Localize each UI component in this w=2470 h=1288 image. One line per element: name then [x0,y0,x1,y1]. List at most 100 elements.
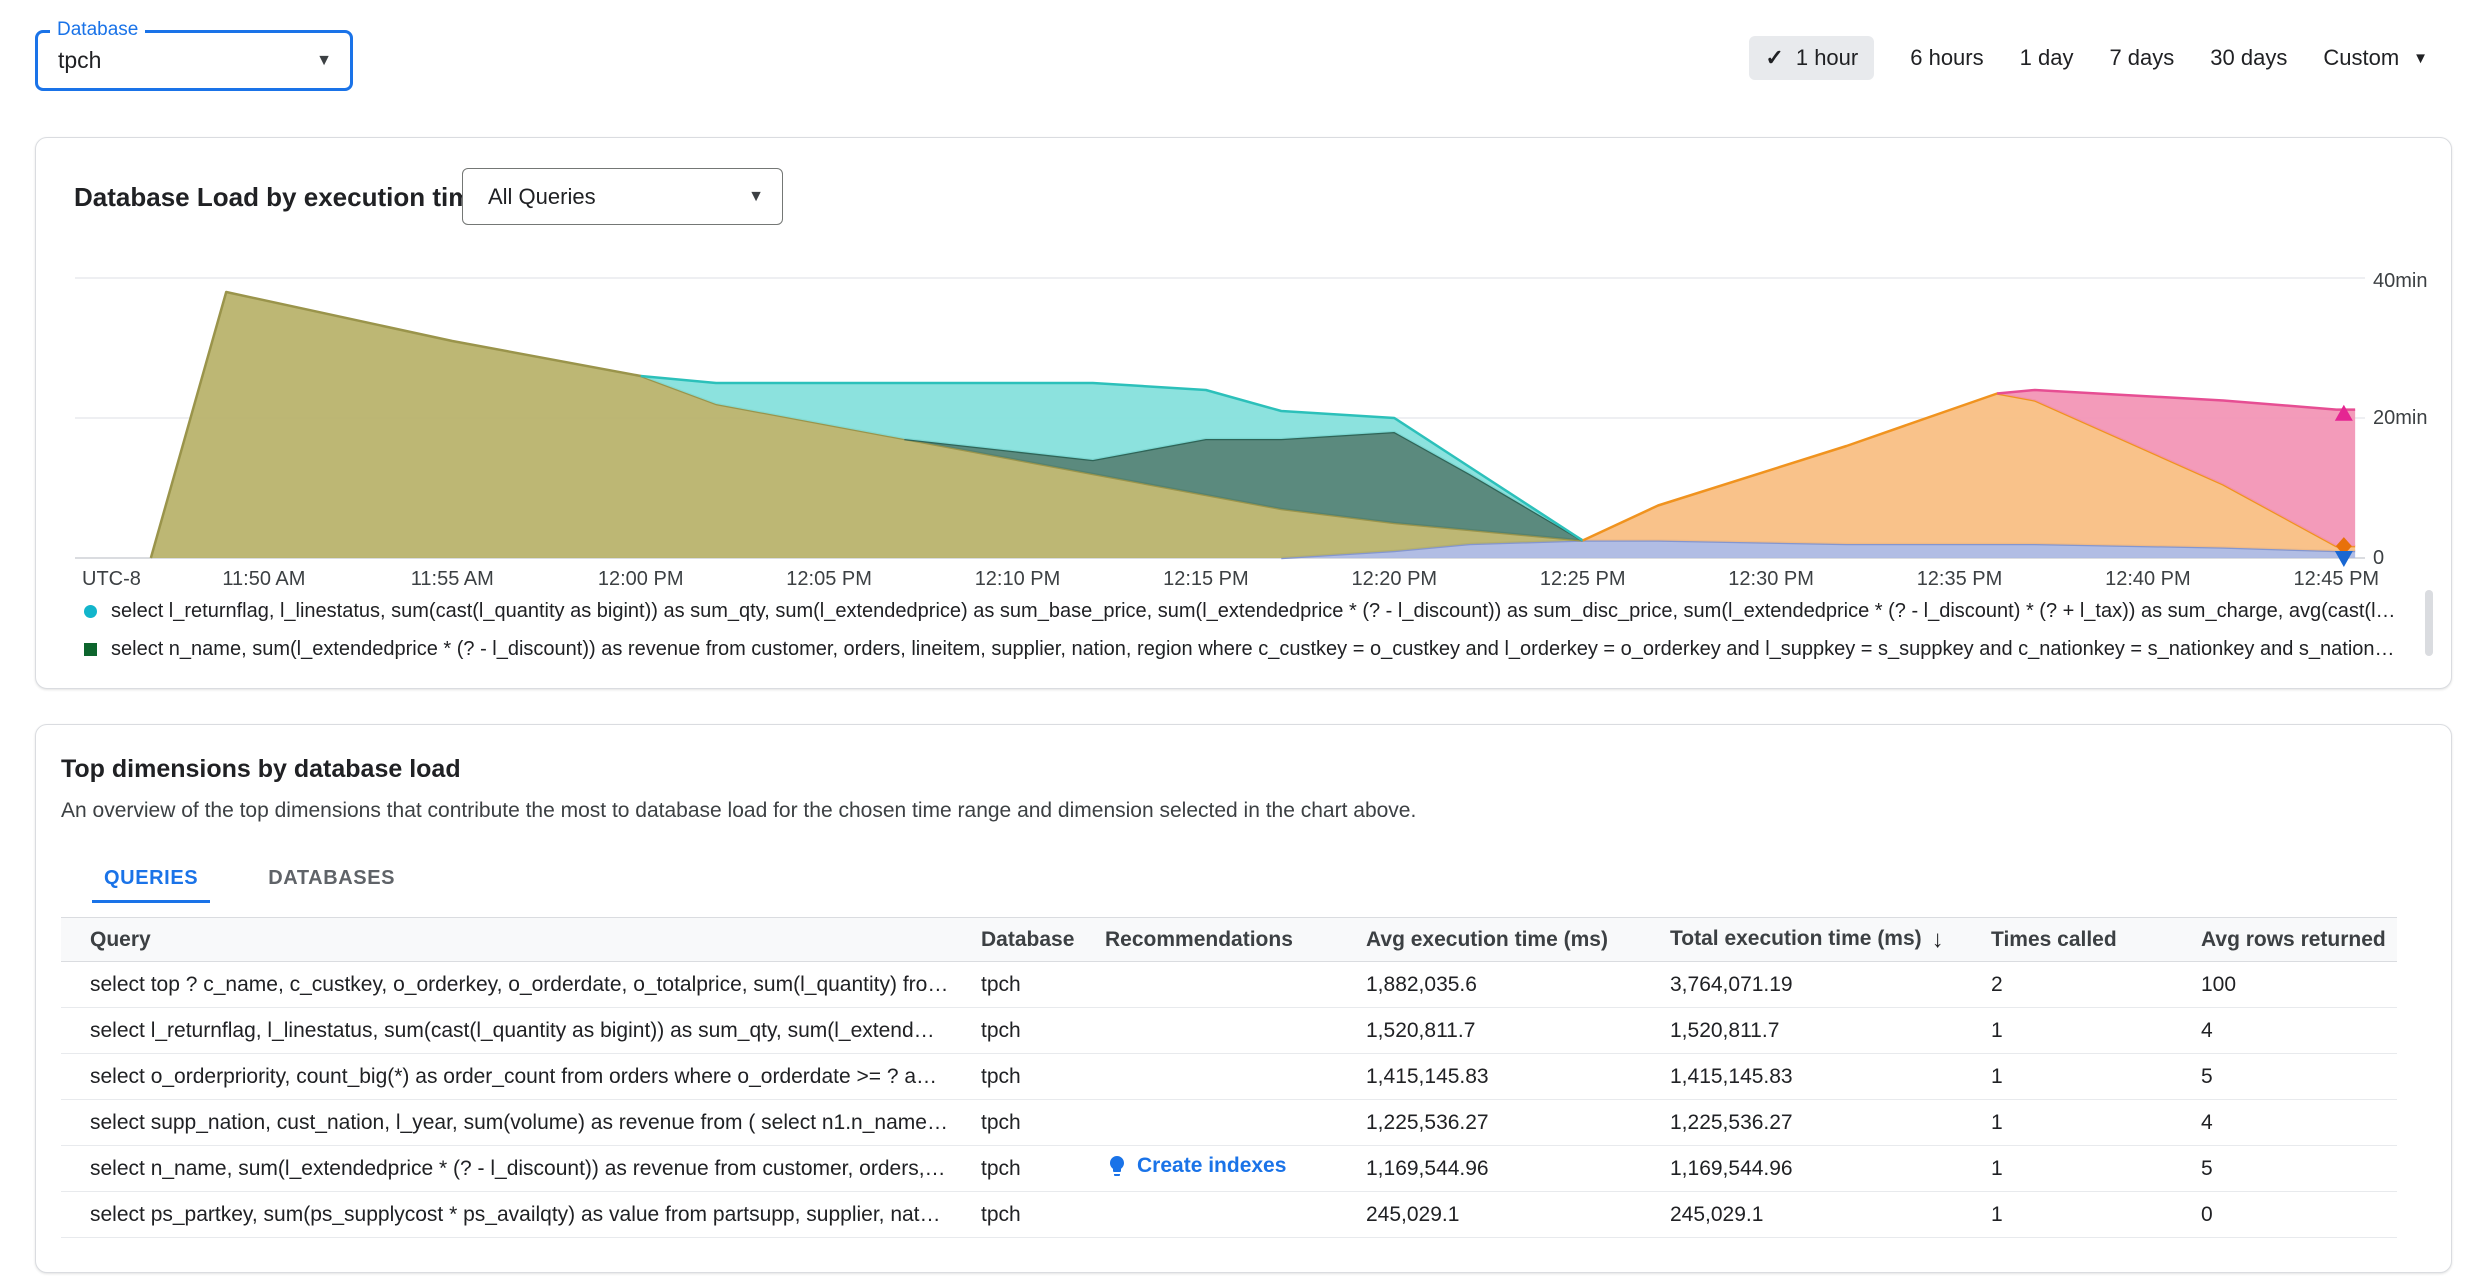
cell-times-called: 1 [1991,1099,2201,1146]
column-header-total-execution-time-ms[interactable]: Total execution time (ms) ↓ [1670,917,1991,962]
column-label: Avg rows returned [2201,927,2386,951]
legend-query-text: select l_returnflag, l_linestatus, sum(c… [111,599,2404,622]
x-axis-tick-label: 12:00 PM [597,568,684,590]
table-row[interactable]: select o_orderpriority, count_big(*) as … [61,1053,2397,1100]
cell-times-called: 1 [1991,1007,2201,1054]
x-axis-tick-label: 12:20 PM [1351,568,1438,590]
x-axis-tick-label: 12:40 PM [2105,568,2191,590]
cell-recommendations [1105,1099,1366,1146]
cell-database: tpch [981,1053,1105,1100]
time-range-30-days[interactable]: 30 days [2210,45,2287,71]
chart-legend: select l_returnflag, l_linestatus, sum(c… [84,596,2404,672]
cell-avg-execution-time: 1,225,536.27 [1366,1099,1670,1146]
load-card-title: Database Load by execution time [74,182,486,212]
query-text: select o_orderpriority, count_big(*) as … [90,1064,938,1088]
cell-avg-execution-time: 1,415,145.83 [1366,1053,1670,1100]
y-axis-label-0: 0 [2373,547,2385,569]
time-range-7-days[interactable]: 7 days [2109,45,2174,71]
legend-query-text: select n_name, sum(l_extendedprice * (? … [111,637,2404,660]
column-label: Times called [1991,927,2117,951]
legend-circle-marker [84,604,97,618]
column-header-query[interactable]: Query [61,917,981,962]
x-axis-tick-label: 12:25 PM [1539,568,1626,590]
database-selector-value: tpch [58,47,102,73]
cell-recommendations [1105,1007,1366,1054]
top-dimensions-table: Query Database Recommendations Avg executio… [61,917,2397,1238]
cell-database: tpch [981,1191,1105,1238]
cell-database: tpch [981,961,1105,1008]
x-axis-tick-label: 12:45 PM [2293,568,2380,590]
x-axis-tick-label: 12:30 PM [1728,568,1814,590]
table-row[interactable]: select top ? c_name, c_custkey, o_orderk… [61,961,2397,1008]
time-range-6-hours[interactable]: 6 hours [1910,45,1983,71]
caret-down-icon: ▼ [316,51,332,69]
cell-query: select ps_partkey, sum(ps_supplycost * p… [61,1191,981,1238]
cell-times-called: 2 [1991,961,2201,1008]
cell-total-execution-time: 245,029.1 [1670,1191,1991,1238]
query-filter-value: All Queries [488,183,596,209]
cell-avg-rows-returned: 0 [2201,1191,2397,1238]
time-range-1-hour[interactable]: ✓ 1 hour [1749,36,1875,80]
table-row[interactable]: select n_name, sum(l_extendedprice * (? … [61,1145,2397,1192]
lightbulb-icon [1110,1155,1124,1176]
legend-scrollbar[interactable] [2425,590,2433,656]
x-axis-tick-label: 11:55 AM [410,568,494,590]
caret-down-icon: ▼ [2413,49,2428,67]
y-axis-label-20min: 20min [2373,407,2428,429]
cell-total-execution-time: 3,764,071.19 [1670,961,1991,1008]
column-header-avg-execution-time-ms[interactable]: Avg execution time (ms) [1366,917,1670,962]
legend-item[interactable]: select n_name, sum(l_extendedprice * (? … [84,634,2404,664]
cell-database: tpch [981,1007,1105,1054]
legend-item[interactable]: select l_returnflag, l_linestatus, sum(c… [84,596,2404,626]
cell-query: select l_returnflag, l_linestatus, sum(c… [61,1007,981,1054]
cell-query: select o_orderpriority, count_big(*) as … [61,1053,981,1100]
cell-avg-rows-returned: 5 [2201,1053,2397,1100]
top-dimensions-card: Top dimensions by database load An overv… [35,724,2452,1273]
table-row[interactable]: select l_returnflag, l_linestatus, sum(c… [61,1007,2397,1054]
cell-avg-execution-time: 1,882,035.6 [1366,961,1670,1008]
x-axis: UTC-8 11:50 AM 11:55 AM 12:00 PM 12:05 PM 12:… [36,568,2451,594]
top-dimensions-subtitle: An overview of the top dimensions that c… [61,799,1417,822]
table-row[interactable]: select ps_partkey, sum(ps_supplycost * p… [61,1191,2397,1238]
cell-avg-execution-time: 1,520,811.7 [1366,1007,1670,1054]
cell-avg-rows-returned: 4 [2201,1099,2397,1146]
x-axis-tick-label: 12:05 PM [786,568,872,590]
column-label: Recommendations [1105,927,1293,951]
cell-recommendations [1105,961,1366,1008]
load-chart [75,277,2365,567]
column-header-database[interactable]: Database [981,917,1105,962]
cell-query: select supp_nation, cust_nation, l_year,… [61,1099,981,1146]
cell-query: select n_name, sum(l_extendedprice * (? … [61,1145,981,1192]
table-row[interactable]: select supp_nation, cust_nation, l_year,… [61,1099,2397,1146]
cell-database: tpch [981,1145,1105,1192]
caret-down-icon: ▼ [748,187,764,205]
create-indexes-link[interactable]: Create indexes [1105,1154,1286,1178]
sort-descending-icon[interactable]: ↓ [1932,926,1944,953]
query-text: select n_name, sum(l_extendedprice * (? … [90,1156,946,1180]
database-selector[interactable]: Database tpch ▼ [35,19,353,91]
tab-bar: QUERIES DATABASES [92,853,407,903]
column-label: Database [981,927,1075,951]
tab-queries[interactable]: QUERIES [92,853,211,903]
tab-databases[interactable]: DATABASES [256,853,407,903]
time-range-custom[interactable]: Custom ▼ [2323,45,2428,71]
column-label: Query [90,927,151,951]
create-indexes-label: Create indexes [1137,1153,1287,1177]
x-axis-tick-label: 12:35 PM [1916,568,2003,590]
cell-recommendations [1105,1191,1366,1238]
column-header-recommendations[interactable]: Recommendations [1105,917,1366,962]
query-filter-select[interactable]: All Queries ▼ [462,168,783,225]
column-header-times-called[interactable]: Times called [1991,917,2201,962]
cell-total-execution-time: 1,225,536.27 [1670,1099,1991,1146]
cell-total-execution-time: 1,415,145.83 [1670,1053,1991,1100]
top-dimensions-title: Top dimensions by database load [61,755,461,783]
database-selector-label: Database [50,19,146,41]
cell-database: tpch [981,1099,1105,1146]
time-range-1-day[interactable]: 1 day [2020,45,2074,71]
query-text: select l_returnflag, l_linestatus, sum(c… [90,1018,935,1042]
check-icon: ✓ [1765,45,1784,70]
cell-recommendations [1105,1053,1366,1100]
cell-times-called: 1 [1991,1145,2201,1192]
column-header-avg-rows-returned[interactable]: Avg rows returned [2201,917,2397,962]
time-range-label: 6 hours [1910,45,1984,70]
